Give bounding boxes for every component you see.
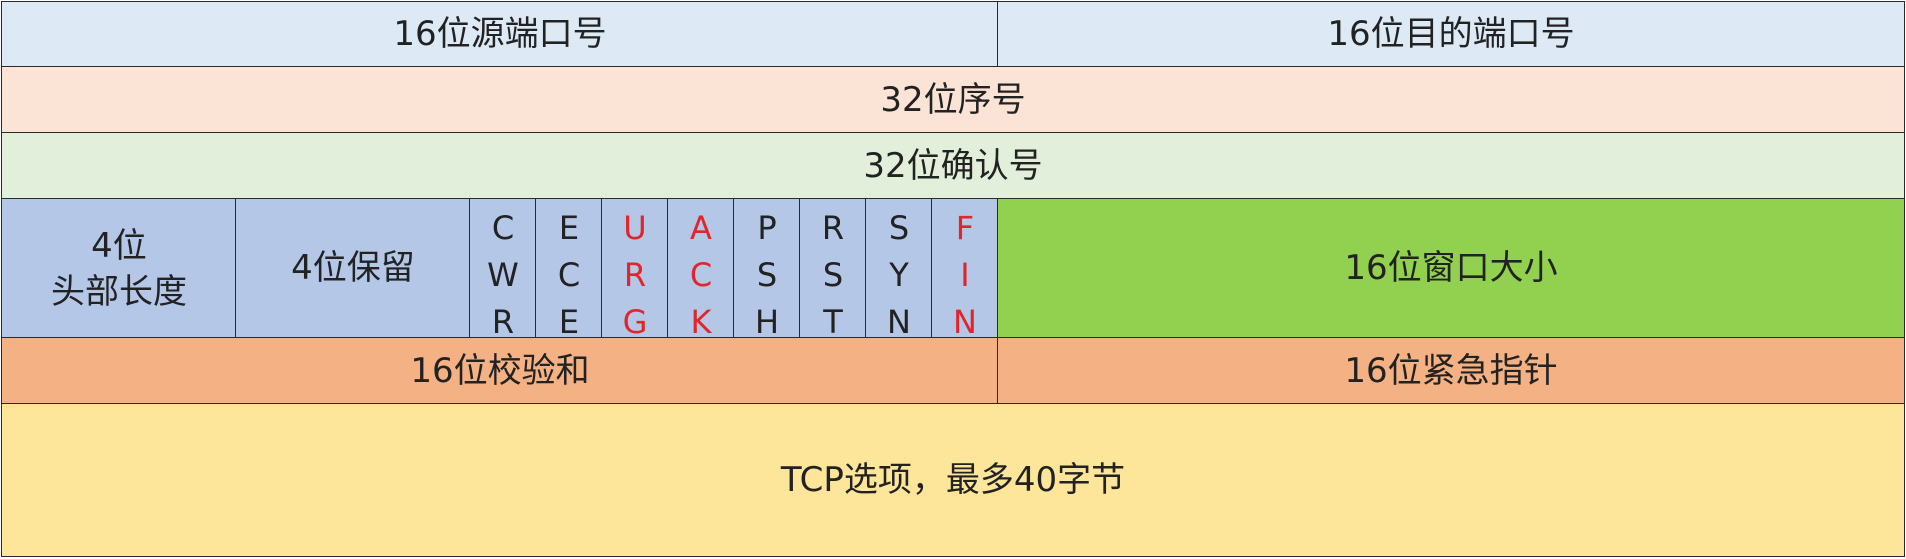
- header-length-line2: 头部长度: [51, 271, 187, 312]
- flag-ack-letter: C: [689, 256, 713, 294]
- tcp-header-diagram: 16位源端口号 16位目的端口号 32位序号 32位确认号 4位 头部长度 4位…: [1, 1, 1905, 557]
- flag-rst: RST: [799, 198, 867, 339]
- header-length-line1: 4位: [91, 225, 147, 266]
- flag-psh-letter: H: [754, 303, 780, 339]
- flag-cwr-letter: W: [487, 256, 519, 294]
- flag-psh-letter: P: [757, 209, 777, 247]
- header-length-field: 4位 头部长度: [1, 198, 237, 339]
- flag-ece-letter: C: [557, 256, 581, 294]
- flag-urg: URG: [601, 198, 669, 339]
- flag-cwr-letter: C: [491, 209, 515, 247]
- window-size-field: 16位窗口大小: [997, 198, 1905, 339]
- acknowledgment-number-field: 32位确认号: [1, 132, 1905, 200]
- options-field: TCP选项，最多40字节: [1, 403, 1905, 557]
- flag-rst-letter: T: [823, 303, 843, 339]
- flag-urg-letter: G: [622, 303, 648, 339]
- flag-syn-letter: S: [888, 209, 910, 247]
- flag-ece: ECE: [535, 198, 603, 339]
- flag-fin-letter: N: [953, 303, 977, 339]
- flag-rst-letter: S: [822, 256, 844, 294]
- flag-syn-letter: Y: [889, 256, 909, 294]
- source-port-field: 16位源端口号: [1, 1, 999, 68]
- sequence-number-field: 32位序号: [1, 66, 1905, 134]
- flag-syn-letter: N: [887, 303, 911, 339]
- flag-ece-letter: E: [558, 209, 580, 247]
- flag-ack: ACK: [667, 198, 735, 339]
- flag-rst-letter: R: [821, 209, 845, 247]
- urgent-pointer-field: 16位紧急指针: [997, 337, 1905, 405]
- flag-syn: SYN: [865, 198, 933, 339]
- flag-cwr: CWR: [469, 198, 537, 339]
- flag-fin-letter: F: [955, 209, 975, 247]
- flag-cwr-letter: R: [491, 303, 515, 339]
- flag-urg-letter: R: [623, 256, 647, 294]
- flag-ece-letter: E: [558, 303, 580, 339]
- flag-urg-letter: U: [623, 209, 647, 247]
- flag-psh: PSH: [733, 198, 801, 339]
- flag-ack-letter: K: [690, 303, 712, 339]
- destination-port-field: 16位目的端口号: [997, 1, 1905, 68]
- flag-fin: FIN: [931, 198, 999, 339]
- checksum-field: 16位校验和: [1, 337, 999, 405]
- reserved-field: 4位保留: [235, 198, 471, 339]
- flag-fin-letter: I: [960, 256, 970, 294]
- flag-ack-letter: A: [690, 209, 712, 247]
- flag-psh-letter: S: [756, 256, 778, 294]
